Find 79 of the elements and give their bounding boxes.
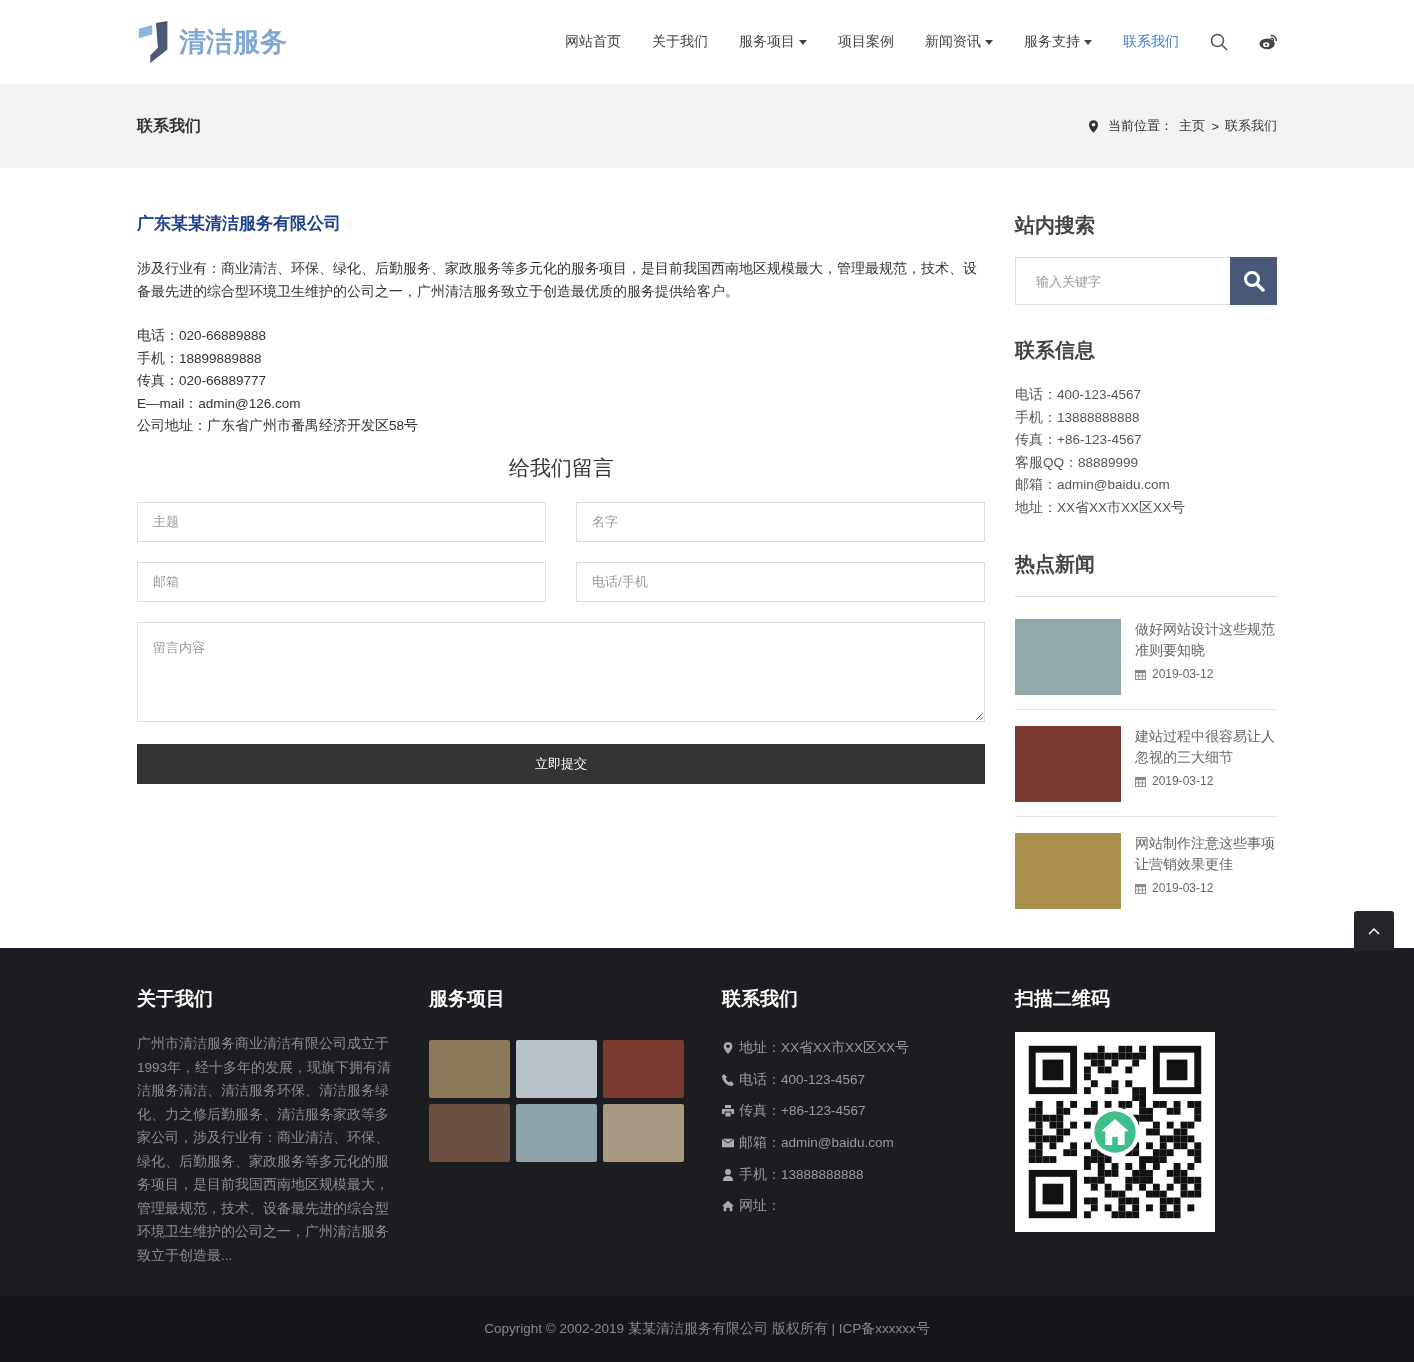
chevron-up-icon <box>1368 927 1380 935</box>
copyright-text: Copyright © 2002-2019 某某清洁服务有限公司 版权所有 | ICP备xxxxxx号 <box>484 1320 930 1338</box>
news-link[interactable]: 做好网站设计这些规范准则要知晓 <box>1135 619 1277 661</box>
location-pin-icon <box>1089 119 1099 133</box>
contact-line: 传真：020-66889777 <box>137 372 268 390</box>
footer-title: 服务项目 <box>429 987 506 1011</box>
photo-placeholder[interactable] <box>603 1104 684 1162</box>
message-field[interactable]: 留言内容 <box>137 621 985 722</box>
search-icon[interactable] <box>1210 33 1228 51</box>
section-title: 热点新闻 <box>1015 551 1277 597</box>
contact-line: 公司地址：广东省广州市番禺经济开发区58号 <box>137 417 420 435</box>
nav-link[interactable]: 服务支持 <box>1024 33 1092 51</box>
location-pin-icon <box>722 1041 734 1054</box>
footer-contact-line: 传真：+86-123-4567 <box>739 1102 866 1121</box>
nav-link[interactable]: 项目案例 <box>838 33 894 51</box>
calendar-icon <box>1135 775 1146 787</box>
page-title: 联系我们 <box>137 115 201 136</box>
contact-line: 手机：18899889888 <box>137 349 263 368</box>
photo-placeholder[interactable] <box>516 1104 597 1162</box>
breadcrumb-link[interactable]: 主页 <box>1179 117 1206 135</box>
breadcrumb-separator: > <box>1211 118 1219 134</box>
footer-title: 关于我们 <box>137 987 214 1011</box>
input-field[interactable]: 电话/手机 <box>576 561 985 602</box>
submit-button[interactable]: 立即提交 <box>137 743 985 784</box>
breadcrumb-link[interactable]: 联系我们 <box>1225 117 1277 135</box>
contact-line: 手机：13888888888 <box>1015 408 1141 427</box>
calendar-icon <box>1135 882 1146 894</box>
nav-link[interactable]: 新闻资讯 <box>925 33 993 51</box>
photo-placeholder[interactable] <box>1015 833 1121 909</box>
printer-icon <box>722 1105 734 1118</box>
photo-placeholder[interactable] <box>603 1040 684 1098</box>
section-title: 站内搜索 <box>1015 213 1096 238</box>
form-title: 给我们留言 <box>507 454 615 481</box>
nav-link[interactable]: 关于我们 <box>652 33 708 51</box>
mail-icon <box>722 1136 734 1149</box>
footer-title: 扫描二维码 <box>1015 987 1111 1011</box>
contact-line: 客服QQ：88889999 <box>1015 453 1140 472</box>
photo-placeholder[interactable] <box>429 1104 510 1162</box>
about-text: 广州市清洁服务商业清洁有限公司成立于1993年，经十多年的发展，现旗下拥有清洁服务清洁、清洁服务环保、清洁服务绿化、力之修后勤服务、清洁服务家政等多家公司，涉及行业有：商业清洁、环保、绿化、后勤服务、家政服务等多元化的服务项目，是目前我国西南地区规模最大，管理最规范，技术、设备最先进的综合型环境卫生维护的公司之一，广州清洁服务致立于创造最... <box>137 1035 393 1265</box>
footer-contact-line: 网址： <box>739 1197 781 1216</box>
calendar-icon <box>1135 668 1146 680</box>
section-title: 联系信息 <box>1015 338 1096 363</box>
news-link[interactable]: 建站过程中很容易让人忽视的三大细节 <box>1135 726 1277 768</box>
search-icon <box>1242 270 1265 292</box>
user-icon <box>722 1168 734 1181</box>
contact-line: E—mail：admin@126.com <box>137 394 302 413</box>
news-date: 2019-03-12 <box>1152 881 1214 895</box>
search-field[interactable]: 输入关键字 <box>1015 257 1230 305</box>
breadcrumb-label: 当前位置： <box>1108 117 1174 135</box>
input-field[interactable]: 邮箱 <box>137 561 546 602</box>
input-field[interactable]: 名字 <box>576 501 985 542</box>
weibo-icon[interactable] <box>1259 33 1277 51</box>
contact-line: 传真：+86-123-4567 <box>1015 431 1143 449</box>
news-link[interactable]: 网站制作注意这些事项让营销效果更佳 <box>1135 833 1277 875</box>
contact-line: 地址：XX省XX市XX区XX号 <box>1015 498 1187 517</box>
footer-contact-line: 邮箱：admin@baidu.com <box>739 1133 894 1152</box>
back-to-top-button[interactable] <box>1354 911 1394 951</box>
footer-contact-line: 地址：XX省XX市XX区XX号 <box>739 1038 910 1057</box>
contact-line: 邮箱：admin@baidu.com <box>1015 476 1171 494</box>
photo-placeholder[interactable] <box>429 1040 510 1098</box>
input-field[interactable]: 主题 <box>137 501 546 542</box>
photo-placeholder[interactable] <box>1015 619 1121 695</box>
footer-contact-line: 手机：13888888888 <box>739 1165 864 1184</box>
nav-link[interactable]: 服务项目 <box>739 33 807 51</box>
footer-title: 联系我们 <box>722 987 799 1011</box>
photo-placeholder[interactable] <box>516 1040 597 1098</box>
news-date: 2019-03-12 <box>1152 667 1214 681</box>
nav-link[interactable]: 网站首页 <box>565 33 621 51</box>
contact-line: 电话：020-66889888 <box>137 327 268 345</box>
company-name: 广东某某清洁服务有限公司 <box>137 213 342 235</box>
phone-icon <box>722 1073 734 1086</box>
news-date: 2019-03-12 <box>1152 774 1214 788</box>
nav-link[interactable]: 联系我们 <box>1123 33 1179 51</box>
footer-contact-line: 电话：400-123-4567 <box>739 1070 866 1089</box>
search-button[interactable] <box>1230 257 1277 305</box>
photo-placeholder[interactable] <box>1015 726 1121 802</box>
company-intro: 涉及行业有：商业清洁、环保、绿化、后勤服务、家政服务等多元化的服务项目，是目前我国西南地区规模最大，管理最规范，技术、设备最先进的综合型环境卫生维护的公司之一，广州清洁服务致立于创造最优质的服务提供给客户。 <box>137 260 978 301</box>
home-icon <box>722 1200 734 1213</box>
contact-line: 电话：400-123-4567 <box>1015 386 1143 404</box>
